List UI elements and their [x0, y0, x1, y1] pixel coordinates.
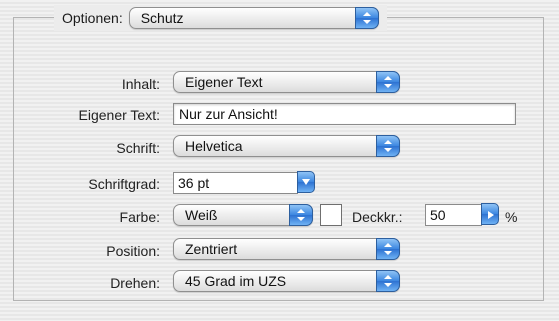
position-popup[interactable]: Zentriert: [173, 238, 400, 260]
schrift-popup-value: Helvetica: [185, 138, 243, 154]
percent-unit: %: [505, 209, 518, 225]
eigener-text-label: Eigener Text:: [78, 107, 160, 123]
schriftgrad-dropdown-button[interactable]: [297, 171, 315, 193]
options-popup-value: Schutz: [140, 10, 184, 26]
options-header: Optionen: Schutz: [54, 5, 387, 31]
deckkraft-stepper-button[interactable]: [481, 203, 499, 225]
up-down-arrows-icon: [289, 204, 313, 226]
farbe-label: Farbe:: [119, 209, 160, 225]
color-swatch[interactable]: [320, 204, 342, 226]
farbe-popup[interactable]: Weiß: [173, 204, 313, 226]
inhalt-label: Inhalt:: [121, 76, 160, 92]
down-arrow-icon: [302, 179, 310, 185]
schrift-label: Schrift:: [116, 140, 160, 156]
options-popup[interactable]: Schutz: [128, 7, 379, 29]
deckkraft-label: Deckkr.:: [352, 209, 403, 225]
up-down-arrows-icon: [376, 71, 400, 93]
drehen-popup[interactable]: 45 Grad im UZS: [173, 270, 400, 292]
up-down-arrows-icon: [354, 7, 379, 29]
deckkraft-value: 50: [430, 207, 446, 223]
up-down-arrows-icon: [376, 238, 400, 260]
right-arrow-icon: [488, 211, 494, 219]
deckkraft-field[interactable]: 50: [425, 204, 482, 226]
eigener-text-value: Nur zur Ansicht!: [179, 106, 278, 122]
schriftgrad-label: Schriftgrad:: [88, 176, 160, 192]
farbe-popup-value: Weiß: [185, 207, 218, 223]
inhalt-popup[interactable]: Eigener Text: [173, 71, 400, 93]
schrift-popup[interactable]: Helvetica: [173, 135, 400, 157]
drehen-popup-value: 45 Grad im UZS: [185, 273, 287, 289]
eigener-text-field[interactable]: Nur zur Ansicht!: [173, 103, 516, 125]
position-popup-value: Zentriert: [185, 241, 238, 257]
schriftgrad-combo[interactable]: 36 pt: [173, 172, 298, 194]
options-label: Optionen:: [62, 10, 123, 26]
up-down-arrows-icon: [376, 135, 400, 157]
schriftgrad-value: 36 pt: [178, 175, 210, 191]
position-label: Position:: [106, 243, 160, 259]
up-down-arrows-icon: [376, 270, 400, 292]
drehen-label: Drehen:: [110, 275, 160, 291]
inhalt-popup-value: Eigener Text: [185, 74, 263, 90]
